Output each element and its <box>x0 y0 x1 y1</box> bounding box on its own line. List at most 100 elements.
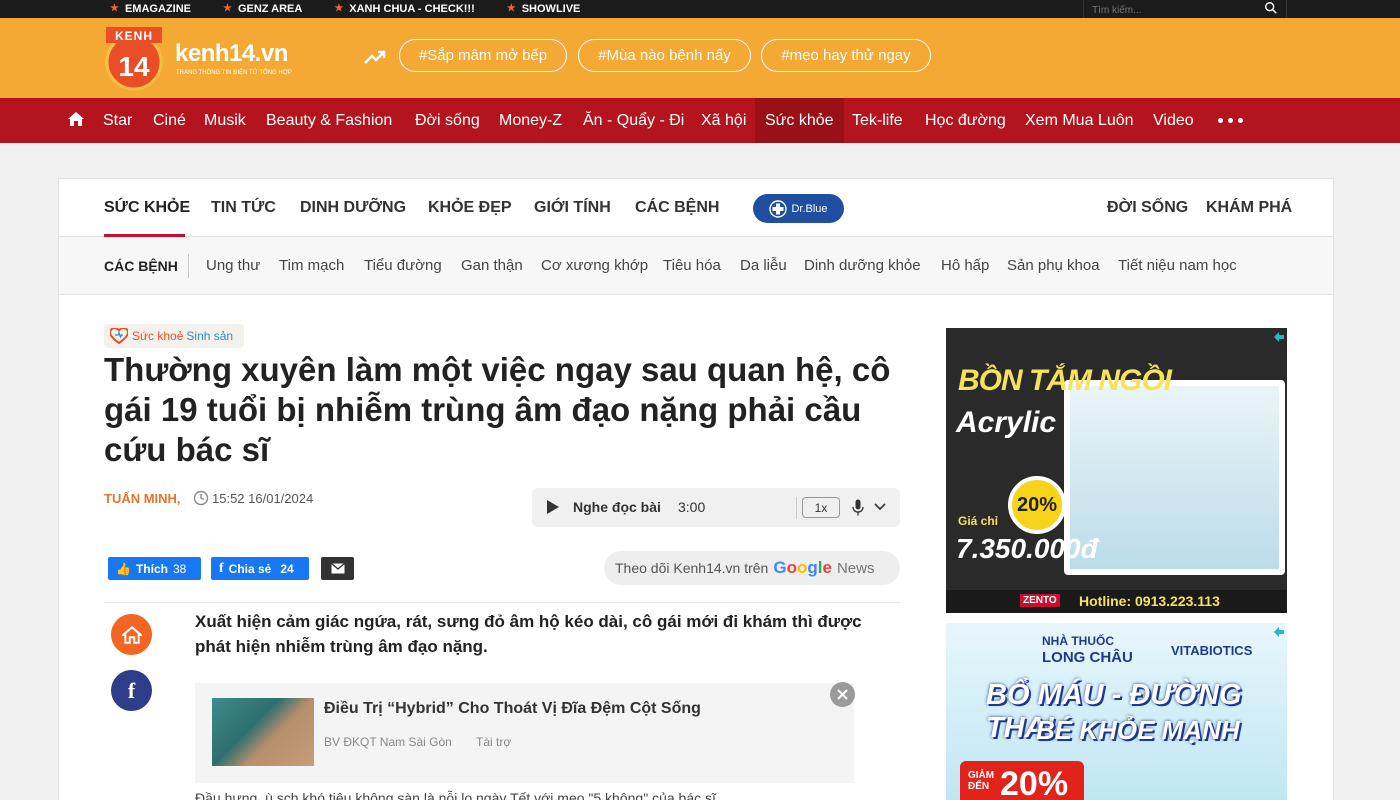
subnav-suc-khoe[interactable]: SỨC KHỎE <box>104 199 190 217</box>
cat-tiet-nieu-nam-hoc[interactable]: Tiết niệu nam học <box>1118 257 1237 274</box>
subnav-gioi-tinh[interactable]: GIỚI TÍNH <box>534 199 611 217</box>
clock-icon <box>193 490 209 506</box>
ad1-hotline: Hotline: 0913.223.113 <box>1079 593 1220 609</box>
facebook-share-button[interactable]: f Chia sẻ 24 <box>211 557 309 580</box>
more-icon[interactable] <box>1218 118 1243 123</box>
ad2-discount: GIẢM ĐẾN 20% <box>960 761 1084 800</box>
nav-star[interactable]: Star <box>103 98 132 143</box>
top-link-showlive[interactable]: ★ SHOWLIVE <box>507 0 581 18</box>
subnav-khoe-dep[interactable]: KHỎE ĐẸP <box>428 199 512 217</box>
divider <box>188 254 189 278</box>
chevron-down-icon[interactable] <box>874 502 886 512</box>
star-icon: ★ <box>110 3 119 14</box>
main-nav: Star Ciné Musik Beauty & Fashion Đời sốn… <box>0 98 1400 143</box>
cat-ung-thu[interactable]: Ung thư <box>206 257 260 274</box>
svg-text:KENH: KENH <box>115 29 153 43</box>
nav-suc-khoe[interactable]: Sức khỏe <box>755 98 844 143</box>
play-icon[interactable] <box>546 499 560 515</box>
top-link-emagazine[interactable]: ★ EMAGAZINE <box>110 0 191 18</box>
nav-xem-mua-luon[interactable]: Xem Mua Luôn <box>1025 98 1134 143</box>
category-badge[interactable]: Sức khoẻ Sinh sản <box>104 324 244 348</box>
google-news-follow[interactable]: Theo dõi Kenh14.vn trên Google News <box>604 551 900 585</box>
related-link[interactable]: Đầu hưng, ù sch khó tiêu không sàn là nỗ… <box>195 790 716 800</box>
side-home-button[interactable] <box>111 614 152 655</box>
cat-tim-mach[interactable]: Tim mạch <box>279 257 344 274</box>
speed-button[interactable]: 1x <box>802 497 840 518</box>
ad1-subheadline: Acrylic <box>956 406 1057 439</box>
ad1-brand: ZENTO <box>1020 594 1060 607</box>
cat-tieu-hoa[interactable]: Tiêu hóa <box>663 257 721 274</box>
nav-cine[interactable]: Ciné <box>153 98 186 143</box>
top-links: ★ EMAGAZINE ★ GENZ AREA ★ XANH CHUA - CHECK… <box>110 0 612 18</box>
top-link-xanh-chua[interactable]: ★ XANH CHUA - CHECK!!! <box>334 0 474 18</box>
home-icon <box>121 625 142 644</box>
ad-banner-pharmacy[interactable]: NHÀ THUỐC LONG CHÂU VITABIOTICS BỔ MÁU -… <box>946 623 1287 800</box>
kenh14-logo[interactable]: KENH 14 <box>105 26 163 92</box>
tag-meo-hay[interactable]: #mẹo hay thử ngay <box>761 39 931 72</box>
ad2-vitabiotics: VITABIOTICS <box>1171 643 1253 658</box>
disease-subnav: CÁC BỆNH Ung thư Tim mạch Tiểu đường Gan… <box>59 237 1333 295</box>
nav-video[interactable]: Video <box>1153 98 1194 143</box>
star-icon: ★ <box>334 3 344 14</box>
nav-an-quay-di[interactable]: Ăn - Quẩy - Đi <box>583 98 684 143</box>
cat-ho-hap[interactable]: Hô hấp <box>941 257 989 274</box>
svg-text:14: 14 <box>118 51 150 82</box>
category-subnav: SỨC KHỎE TIN TỨC DINH DƯỠNG KHỎE ĐẸP GIỚ… <box>59 179 1333 237</box>
subnav-kham-pha[interactable]: KHÁM PHÁ <box>1206 199 1292 217</box>
side-facebook-button[interactable]: f <box>111 670 152 711</box>
sponsored-box[interactable]: Điều Trị “Hybrid” Cho Thoát Vị Đĩa Đệm C… <box>195 683 854 783</box>
nav-doi-song[interactable]: Đời sống <box>415 98 480 143</box>
top-link-genz[interactable]: ★ GENZ AREA <box>223 0 302 18</box>
audio-player: Nghe đọc bài 3:00 1x <box>532 488 900 527</box>
drblue-button[interactable]: Dr.Blue <box>753 194 844 223</box>
audio-duration: 3:00 <box>678 499 706 515</box>
google-logo: Google <box>773 558 832 577</box>
email-button[interactable] <box>321 557 354 580</box>
nav-beauty-fashion[interactable]: Beauty & Fashion <box>266 98 392 143</box>
subnav-doi-song[interactable]: ĐỜI SỐNG <box>1107 199 1188 217</box>
ad2-store-name: LONG CHÂU <box>1042 649 1133 666</box>
sponsor-title[interactable]: Điều Trị “Hybrid” Cho Thoát Vị Đĩa Đệm C… <box>324 700 701 718</box>
facebook-like-button[interactable]: 👍 Thích 38 <box>108 557 201 580</box>
cat-san-phu-khoa[interactable]: Sản phụ khoa <box>1007 257 1100 274</box>
cat-dinh-duong-khoe[interactable]: Dinh dưỡng khỏe <box>804 257 921 274</box>
cat-gan-than[interactable]: Gan thận <box>461 257 523 274</box>
drblue-icon <box>769 199 788 218</box>
nav-tek-life[interactable]: Tek-life <box>852 98 903 143</box>
sponsor-thumbnail[interactable] <box>212 698 314 766</box>
divider <box>104 602 900 603</box>
microphone-icon[interactable] <box>852 499 864 516</box>
subnav-dinh-duong[interactable]: DINH DƯỠNG <box>300 199 406 217</box>
cat-co-xuong-khop[interactable]: Cơ xương khớp <box>541 257 648 274</box>
tag-mua-nao[interactable]: #Mùa nào bệnh nấy <box>578 39 751 72</box>
facebook-icon: f <box>219 560 224 576</box>
article-sapo: Xuất hiện cảm giác ngứa, rát, sưng đỏ âm… <box>195 612 862 656</box>
thumbs-up-icon: 👍 <box>116 561 131 576</box>
cat-tieu-duong[interactable]: Tiểu đường <box>364 257 442 274</box>
search-icon[interactable] <box>1264 1 1278 15</box>
tag-sap-mam[interactable]: #Sắp mâm mở bếp <box>399 39 567 72</box>
trending-icon <box>364 50 386 64</box>
ad-choices-icon[interactable] <box>1272 330 1286 344</box>
nav-xa-hoi[interactable]: Xã hội <box>701 98 746 143</box>
mail-icon <box>330 563 345 574</box>
site-name[interactable]: kenh14.vn <box>175 40 288 68</box>
article-datetime: 15:52 16/01/2024 <box>212 491 314 506</box>
article-author[interactable]: TUẤN MINH, <box>104 491 181 506</box>
cat-da-lieu[interactable]: Da liễu <box>740 257 787 274</box>
nav-hoc-duong[interactable]: Học đường <box>925 98 1006 143</box>
close-icon <box>837 689 848 700</box>
ad-banner-bathtub[interactable]: BỒN TẮM NGỒI Acrylic 20% Giá chỉ 7.350.0… <box>946 328 1287 613</box>
home-icon[interactable] <box>67 110 85 128</box>
search-input[interactable] <box>1084 1 1254 20</box>
subnav-cac-benh[interactable]: CÁC BỆNH <box>635 199 719 217</box>
top-bar: ★ EMAGAZINE ★ GENZ AREA ★ XANH CHUA - CHECK… <box>0 0 1400 20</box>
nav-musik[interactable]: Musik <box>204 98 246 143</box>
close-button[interactable] <box>830 682 855 707</box>
subnav-tin-tuc[interactable]: TIN TỨC <box>211 199 276 217</box>
article-title: Thường xuyên làm một việc ngay sau quan … <box>104 351 891 468</box>
ad-choices-icon[interactable] <box>1272 625 1286 639</box>
ad2-submessage: BÉ KHỎE MẠNH <box>1036 715 1240 745</box>
heart-icon <box>110 328 128 344</box>
nav-money-z[interactable]: Money-Z <box>499 98 562 143</box>
